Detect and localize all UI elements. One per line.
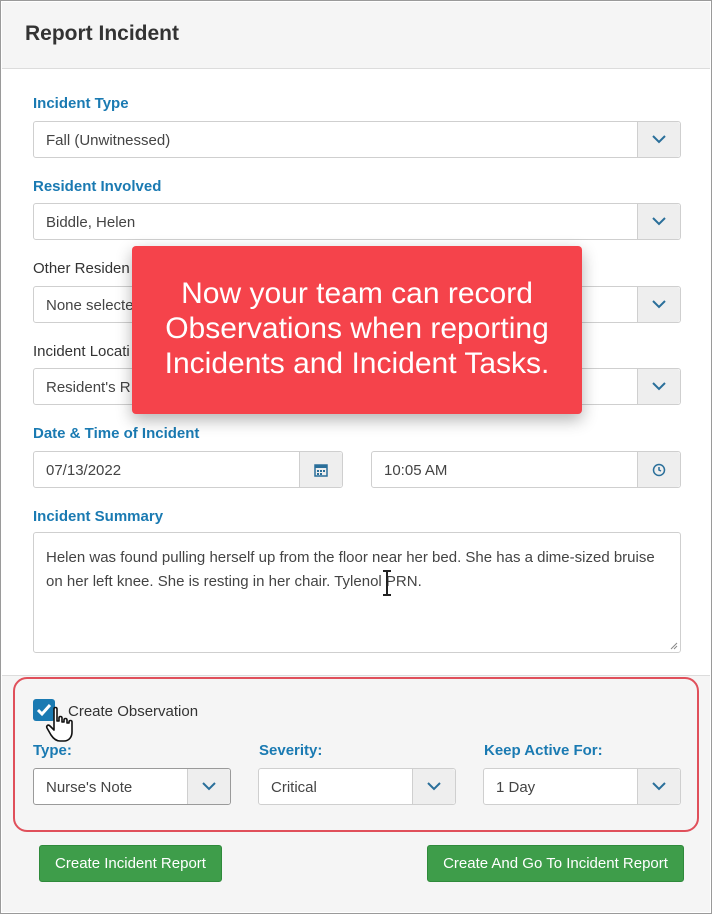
date-input[interactable]: 07/13/2022	[33, 451, 343, 488]
create-incident-report-button[interactable]: Create Incident Report	[39, 845, 222, 882]
severity-label: Severity:	[259, 742, 323, 759]
keep-active-value: 1 Day	[496, 779, 536, 796]
chevron-down-icon[interactable]	[637, 122, 680, 157]
datetime-label: Date & Time of Incident	[33, 425, 200, 442]
incident-type-label: Incident Type	[33, 95, 129, 112]
dialog-header: Report Incident	[2, 2, 710, 69]
chevron-down-icon[interactable]	[187, 769, 230, 804]
text-cursor-icon	[383, 570, 391, 596]
severity-select[interactable]: Critical	[258, 768, 456, 805]
callout-line: Now your team can record	[181, 277, 533, 310]
chevron-down-icon[interactable]	[637, 287, 680, 322]
location-value: Resident's R	[46, 379, 131, 396]
incident-type-select[interactable]: Fall (Unwitnessed)	[33, 121, 681, 158]
callout-line: Observations when reporting	[165, 312, 549, 345]
page-title: Report Incident	[25, 22, 180, 45]
type-label: Type:	[33, 742, 72, 759]
time-input[interactable]: 10:05 AM	[371, 451, 681, 488]
time-value: 10:05 AM	[384, 462, 448, 479]
keep-active-select[interactable]: 1 Day	[483, 768, 681, 805]
create-observation-label[interactable]: Create Observation	[68, 703, 198, 720]
chevron-down-icon[interactable]	[637, 204, 680, 239]
other-residents-label: Other Residen	[33, 260, 130, 277]
severity-value: Critical	[271, 779, 317, 796]
chevron-down-icon[interactable]	[637, 369, 680, 404]
date-value: 07/13/2022	[46, 462, 122, 479]
calendar-icon[interactable]	[299, 452, 342, 487]
resident-label: Resident Involved	[33, 178, 162, 195]
keep-active-label: Keep Active For:	[484, 742, 603, 759]
incident-type-value: Fall (Unwitnessed)	[46, 132, 171, 149]
hand-pointer-icon	[45, 706, 73, 742]
chevron-down-icon[interactable]	[412, 769, 455, 804]
type-select[interactable]: Nurse's Note	[33, 768, 231, 805]
callout-line: Incidents and Incident Tasks.	[164, 347, 550, 380]
other-residents-value: None selecte	[46, 297, 134, 314]
location-label: Incident Locati	[33, 343, 130, 360]
summary-text: Helen was found pulling herself up from …	[46, 549, 655, 590]
announcement-callout: Now your team can record Observations wh…	[132, 246, 582, 414]
summary-label: Incident Summary	[33, 508, 164, 525]
clock-icon[interactable]	[637, 452, 680, 487]
summary-textarea[interactable]: Helen was found pulling herself up from …	[33, 532, 681, 653]
chevron-down-icon[interactable]	[637, 769, 680, 804]
report-incident-dialog: Report Incident Incident Type Fall (Unwi…	[0, 0, 712, 914]
type-value: Nurse's Note	[46, 779, 133, 796]
resident-value: Biddle, Helen	[46, 214, 136, 231]
create-and-go-button[interactable]: Create And Go To Incident Report	[427, 845, 684, 882]
resize-handle-icon[interactable]	[669, 641, 678, 650]
resident-select[interactable]: Biddle, Helen	[33, 203, 681, 240]
